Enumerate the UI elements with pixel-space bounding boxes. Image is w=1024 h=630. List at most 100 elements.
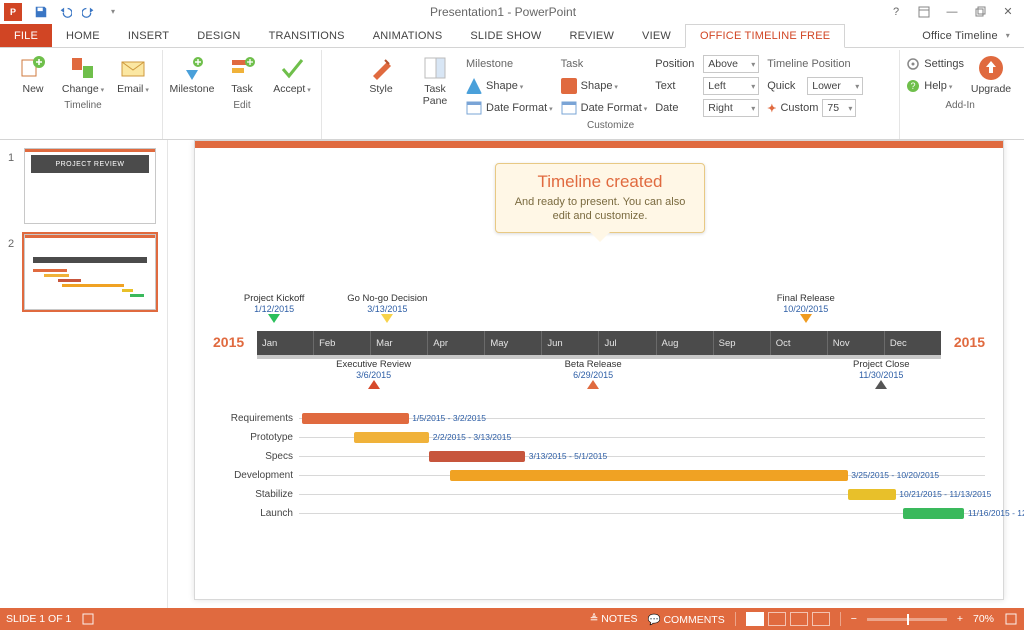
- gantt-row[interactable]: Development3/25/2015 - 10/20/2015: [213, 466, 985, 484]
- milestone-above[interactable]: Go No-go Decision3/13/2015: [342, 293, 432, 323]
- milestone-dateformat-dropdown[interactable]: Date Format: [466, 98, 553, 118]
- month-cell: Dec: [885, 331, 941, 355]
- svg-text:?: ?: [911, 81, 916, 91]
- restore-icon[interactable]: [966, 2, 994, 22]
- style-button[interactable]: Style: [358, 52, 404, 98]
- help-button[interactable]: ? Help: [906, 76, 964, 96]
- milestone-below[interactable]: 3/6/2015Executive Review: [329, 359, 419, 389]
- ribbon-tabstrip: FILE HOME INSERT DESIGN TRANSITIONS ANIM…: [0, 24, 1024, 48]
- reading-view-icon[interactable]: [790, 612, 808, 626]
- spellcheck-icon[interactable]: [81, 612, 95, 626]
- tab-view[interactable]: VIEW: [628, 24, 685, 47]
- comments-button[interactable]: 💬 COMMENTS: [647, 613, 724, 626]
- slide-thumbnail-1[interactable]: PROJECT REVIEW: [24, 148, 156, 224]
- ribbon: New Change Email Timeline Milestone Task: [0, 48, 1024, 140]
- position-combo[interactable]: Above: [703, 55, 759, 73]
- fit-to-window-icon[interactable]: [1004, 612, 1018, 626]
- month-cell: Feb: [314, 331, 371, 355]
- help-icon: ?: [906, 79, 920, 93]
- tab-office-timeline[interactable]: OFFICE TIMELINE FREE: [685, 24, 845, 48]
- tab-addin-right[interactable]: Office Timeline: [908, 24, 1024, 47]
- gantt-row[interactable]: Stabilize10/21/2015 - 11/13/2015: [213, 485, 985, 503]
- notes-button[interactable]: ≜ NOTES: [590, 613, 638, 625]
- tab-file[interactable]: FILE: [0, 24, 52, 47]
- zoom-slider[interactable]: [867, 618, 947, 621]
- gantt-row[interactable]: Prototype2/2/2015 - 3/13/2015: [213, 428, 985, 446]
- month-cell: Jan: [257, 331, 314, 355]
- month-cell: Jun: [542, 331, 599, 355]
- qat-customize-icon[interactable]: ▾: [102, 2, 124, 22]
- month-cell: Mar: [371, 331, 428, 355]
- month-cell: Nov: [828, 331, 885, 355]
- task-shape-dropdown[interactable]: Shape: [561, 76, 648, 96]
- qat-save-icon[interactable]: [30, 2, 52, 22]
- group-timeline-label: Timeline: [64, 98, 101, 111]
- gantt-chart: Requirements1/5/2015 - 3/2/2015Prototype…: [213, 409, 985, 523]
- tab-insert[interactable]: INSERT: [114, 24, 183, 47]
- month-cell: Apr: [428, 331, 485, 355]
- accept-button[interactable]: Accept: [269, 52, 315, 98]
- quick-combo[interactable]: Lower: [807, 77, 863, 95]
- slide-thumbnails-panel: 1 PROJECT REVIEW 2: [0, 140, 168, 608]
- task-button[interactable]: Task: [219, 52, 265, 98]
- tab-slideshow[interactable]: SLIDE SHOW: [456, 24, 555, 47]
- status-bar: SLIDE 1 OF 1 ≜ NOTES 💬 COMMENTS − + 70%: [0, 608, 1024, 630]
- upgrade-button[interactable]: Upgrade: [968, 52, 1014, 98]
- view-switcher[interactable]: [746, 612, 830, 626]
- month-cell: Aug: [657, 331, 714, 355]
- gantt-row[interactable]: Requirements1/5/2015 - 3/2/2015: [213, 409, 985, 427]
- tab-design[interactable]: DESIGN: [183, 24, 254, 47]
- email-button[interactable]: Email: [110, 52, 156, 98]
- tab-transitions[interactable]: TRANSITIONS: [255, 24, 359, 47]
- date-combo[interactable]: Right: [703, 99, 759, 117]
- milestone-below[interactable]: 6/29/2015Beta Release: [548, 359, 638, 389]
- year-left: 2015: [213, 334, 244, 350]
- change-button[interactable]: Change: [60, 52, 106, 98]
- qat-redo-icon[interactable]: [78, 2, 100, 22]
- zoom-out-icon[interactable]: −: [851, 613, 857, 625]
- text-combo[interactable]: Left: [703, 77, 759, 95]
- task-pane-button[interactable]: Task Pane: [412, 52, 458, 109]
- gantt-row[interactable]: Launch11/16/2015 - 12/21/2015: [213, 504, 985, 522]
- year-right: 2015: [954, 334, 985, 350]
- group-edit-label: Edit: [233, 98, 250, 111]
- gear-icon: [906, 57, 920, 71]
- help-icon[interactable]: ?: [882, 2, 910, 22]
- sorter-view-icon[interactable]: [768, 612, 786, 626]
- minimize-icon[interactable]: —: [938, 2, 966, 22]
- milestone-button[interactable]: Milestone: [169, 52, 215, 98]
- month-cell: Oct: [771, 331, 828, 355]
- task-heading: Task: [561, 54, 648, 74]
- zoom-in-icon[interactable]: +: [957, 613, 963, 625]
- settings-button[interactable]: Settings: [906, 54, 964, 74]
- ribbon-options-icon[interactable]: [910, 2, 938, 22]
- milestone-heading: Milestone: [466, 54, 553, 74]
- powerpoint-app-icon: P: [4, 3, 22, 21]
- milestone-below[interactable]: 11/30/2015Project Close: [836, 359, 926, 389]
- slideshow-view-icon[interactable]: [812, 612, 830, 626]
- close-icon[interactable]: ✕: [994, 2, 1022, 22]
- month-cell: May: [485, 331, 542, 355]
- thumb-number: 2: [8, 234, 18, 310]
- tab-home[interactable]: HOME: [52, 24, 114, 47]
- tab-animations[interactable]: ANIMATIONS: [359, 24, 457, 47]
- month-cell: Sep: [714, 331, 771, 355]
- milestone-shape-dropdown[interactable]: Shape: [466, 76, 553, 96]
- custom-spinner[interactable]: 75: [822, 99, 856, 117]
- slide-editor[interactable]: Timeline created And ready to present. Y…: [168, 140, 1024, 608]
- qat-undo-icon[interactable]: [54, 2, 76, 22]
- tab-review[interactable]: REVIEW: [555, 24, 628, 47]
- slide-canvas[interactable]: Timeline created And ready to present. Y…: [194, 140, 1004, 600]
- task-dateformat-dropdown[interactable]: Date Format: [561, 98, 648, 118]
- timeline-created-callout: Timeline created And ready to present. Y…: [495, 163, 705, 233]
- zoom-value: 70%: [973, 613, 994, 625]
- slide-thumbnail-2[interactable]: [24, 234, 156, 310]
- thumb-number: 1: [8, 148, 18, 224]
- gantt-row[interactable]: Specs3/13/2015 - 5/1/2015: [213, 447, 985, 465]
- new-timeline-button[interactable]: New: [10, 52, 56, 98]
- timeline-band: JanFebMarAprMayJunJulAugSepOctNovDec: [257, 331, 941, 355]
- slide-accent-bar: [195, 141, 1003, 148]
- milestone-above[interactable]: Project Kickoff1/12/2015: [229, 293, 319, 323]
- normal-view-icon[interactable]: [746, 612, 764, 626]
- milestone-above[interactable]: Final Release10/20/2015: [761, 293, 851, 323]
